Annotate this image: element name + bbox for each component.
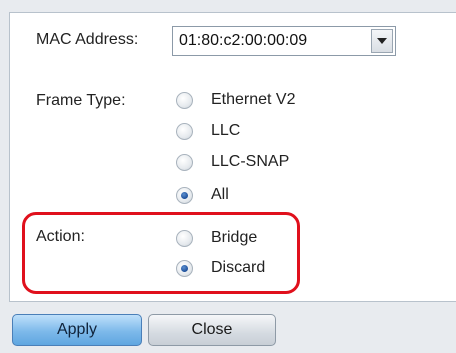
action-option-bridge[interactable]: Bridge [176,227,257,249]
action-highlight-outline [22,212,300,294]
frame-type-radio-ethernet-v2[interactable] [176,91,193,109]
frame-type-radio-llc[interactable] [176,122,193,140]
frame-type-option-label: LLC [211,122,241,139]
action-label: Action: [36,228,85,245]
action-radio-bridge[interactable] [176,229,193,247]
mac-address-dropdown-button[interactable] [371,29,393,53]
mac-address-value: 01:80:c2:00:00:09 [179,32,308,49]
action-option-label: Bridge [211,229,258,246]
caret-down-icon [377,38,387,44]
frame-type-radio-llc-snap[interactable] [176,153,193,171]
frame-type-radio-all[interactable] [176,186,193,204]
dialog-frame: MAC Address: 01:80:c2:00:00:09 Frame Typ… [0,0,456,353]
action-option-discard[interactable]: Discard [176,257,265,279]
mac-address-label: MAC Address: [36,31,139,48]
mac-address-select[interactable]: 01:80:c2:00:00:09 [172,26,396,56]
frame-type-option-ethernet-v2[interactable]: Ethernet V2 [176,89,296,111]
frame-type-option-all[interactable]: All [176,184,229,206]
close-button[interactable]: Close [148,314,276,346]
frame-type-option-llc[interactable]: LLC [176,120,240,142]
frame-type-label: Frame Type: [36,92,126,109]
frame-type-option-label: All [211,186,229,203]
action-radio-discard[interactable] [176,259,193,277]
frame-type-option-llc-snap[interactable]: LLC-SNAP [176,151,289,173]
action-option-label: Discard [211,259,266,276]
apply-button[interactable]: Apply [12,314,142,346]
frame-type-option-label: LLC-SNAP [211,153,290,170]
frame-type-option-label: Ethernet V2 [211,91,296,108]
